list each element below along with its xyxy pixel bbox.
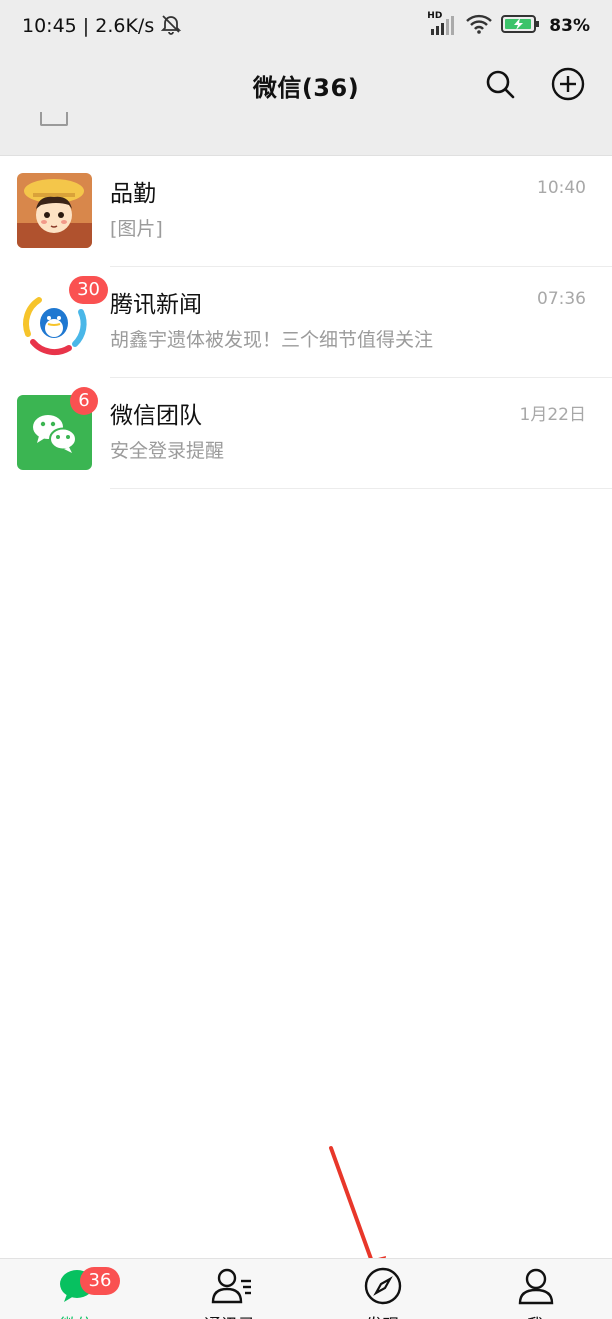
chat-text: 腾讯新闻 胡鑫宇遗体被发现！三个细节值得关注 (110, 289, 588, 352)
chat-preview: 安全登录提醒 (110, 440, 225, 462)
search-button[interactable] (480, 64, 520, 104)
chat-time: 1月22日 (519, 405, 586, 425)
avatar-wrap (17, 173, 92, 248)
battery-percent: 83% (549, 16, 590, 36)
avatar-wrap: 6 (17, 387, 98, 470)
contacts-icon (211, 1267, 251, 1305)
avatar-wrap: 30 (17, 276, 108, 359)
chat-item-pinqin[interactable]: 品勤 [图片] 10:40 (0, 156, 612, 267)
add-button[interactable] (548, 64, 588, 104)
chat-preview: 胡鑫宇遗体被发现！三个细节值得关注 (110, 329, 434, 351)
tab-label: 发现 (366, 1311, 400, 1319)
divider (110, 488, 612, 489)
chat-list: 品勤 [图片] 10:40 30 腾讯新闻 胡鑫宇遗体被发现！三个细节值得关注 … (0, 156, 612, 489)
tab-discover[interactable]: 发现 (306, 1259, 459, 1319)
tab-contacts[interactable]: 通讯录 (153, 1259, 306, 1319)
chat-item-tencent-news[interactable]: 30 腾讯新闻 胡鑫宇遗体被发现！三个细节值得关注 07:36 (0, 267, 612, 378)
chat-text: 微信团队 安全登录提醒 (110, 400, 588, 463)
wifi-icon (465, 13, 493, 40)
page-title: 微信(36) (252, 73, 360, 102)
header-actions (480, 64, 588, 104)
status-bar: 10:45 | 2.6K/s HD 83% (0, 0, 612, 52)
chat-name: 微信团队 (110, 403, 202, 429)
chat-text: 品勤 [图片] (110, 178, 588, 241)
status-right: HD 83% (427, 11, 590, 40)
unread-badge: 6 (70, 387, 98, 415)
avatar (17, 173, 92, 248)
plus-circle-icon (551, 67, 585, 101)
chat-item-wechat-team[interactable]: 6 微信团队 安全登录提醒 1月22日 (0, 378, 612, 489)
tab-label: 微信 (60, 1311, 94, 1319)
unread-badge: 30 (69, 276, 108, 304)
chat-time: 10:40 (537, 178, 586, 198)
chat-name: 腾讯新闻 (110, 292, 202, 318)
tab-unread-badge: 36 (80, 1267, 120, 1295)
mini-program-strip[interactable] (0, 112, 612, 156)
tab-me[interactable]: 我 (459, 1259, 612, 1319)
search-icon (486, 70, 515, 99)
top-header: 微信(36) (0, 52, 612, 118)
signal-icon: HD (427, 11, 457, 37)
bottom-tab-bar: 微信 36 通讯录 发现 (0, 1258, 612, 1319)
mini-program-icon (40, 112, 68, 126)
chat-time: 07:36 (537, 289, 586, 309)
tab-chats[interactable]: 微信 36 (0, 1259, 153, 1319)
tab-label: 我 (527, 1311, 544, 1319)
chat-preview: [图片] (110, 218, 163, 240)
compass-icon (364, 1267, 402, 1305)
person-icon (517, 1267, 555, 1305)
chat-name: 品勤 (110, 181, 156, 207)
status-left: 10:45 | 2.6K/s (22, 13, 182, 40)
tab-label: 通讯录 (204, 1311, 255, 1319)
battery-icon (501, 14, 541, 39)
status-time-speed: 10:45 | 2.6K/s (22, 15, 155, 37)
bell-muted-icon (160, 13, 182, 40)
